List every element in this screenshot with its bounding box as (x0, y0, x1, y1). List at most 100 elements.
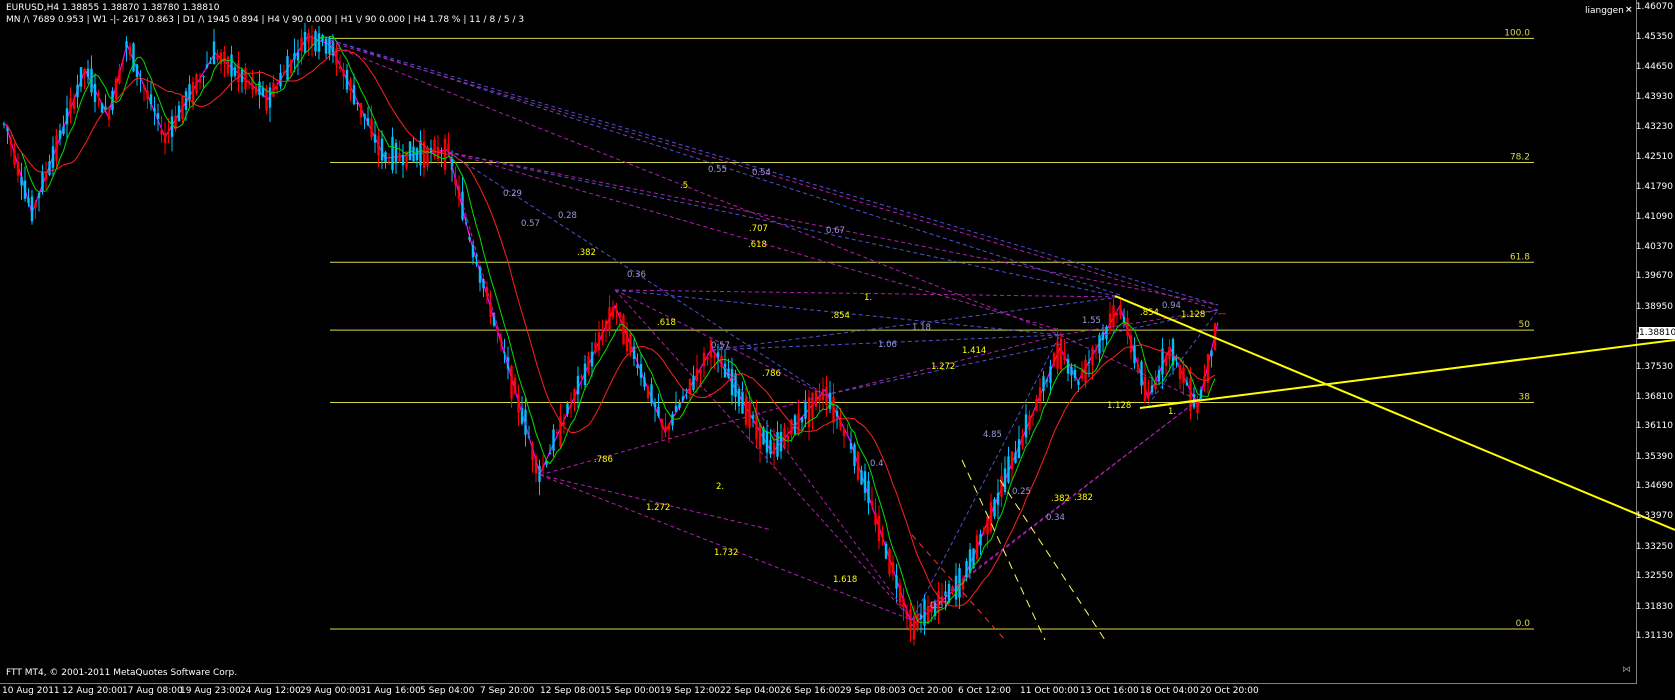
candle-body (1024, 414, 1028, 438)
close-icon[interactable]: × (1625, 5, 1633, 15)
candle-body (825, 387, 828, 406)
candle-body (468, 236, 471, 240)
candle-body (233, 67, 237, 77)
candle-body (657, 406, 660, 417)
candle-body (828, 392, 832, 410)
chart-window[interactable]: 100.0 78.2 61.8 50 38 0.0 0.55 0.54 .5 0.29 0.28 0.… (0, 0, 1675, 700)
candle-body (212, 41, 216, 65)
date-axis-label: 7 Sep 20:00 (480, 686, 535, 696)
candle-body (275, 86, 279, 90)
candle-body (1185, 382, 1189, 386)
candle-body (503, 352, 506, 354)
candle-body (366, 117, 370, 125)
candle-body (839, 421, 842, 428)
candle-body (394, 142, 398, 164)
fan-line (911, 534, 1006, 641)
current-price-badge: 1.38810 (1639, 327, 1675, 339)
candle-body (216, 54, 219, 60)
fib-level-label: 50 (1519, 320, 1531, 330)
candle-body (128, 46, 132, 56)
date-axis-label: 24 Aug 12:00 (240, 686, 301, 696)
indicator-info-label: MN /\ 7689 0.953 | W1 -|- 2617 0.863 | D… (6, 15, 525, 25)
candle-body (538, 465, 541, 482)
candle-body (9, 139, 13, 146)
candle-body (912, 616, 916, 640)
candle-body (699, 370, 702, 374)
candle-body (373, 134, 377, 143)
candle-body (650, 384, 653, 404)
candle-body (594, 342, 597, 353)
date-axis-label: 11 Oct 00:00 (1020, 686, 1079, 696)
fib-ratio-label: 0.54 (752, 168, 771, 178)
candle-body (737, 388, 741, 406)
candle-body (1031, 413, 1035, 416)
candle-body (191, 81, 195, 104)
candle-body (881, 532, 884, 539)
candle-body (786, 436, 790, 441)
candle-body (205, 64, 209, 68)
candle-body (1147, 392, 1150, 398)
candle-body (58, 130, 62, 139)
candle-body (93, 83, 97, 103)
candle-body (573, 389, 576, 401)
candle-body (1066, 359, 1070, 374)
candle-body (69, 98, 72, 114)
candle-body (688, 378, 692, 394)
candle-body (597, 332, 601, 351)
fib-ratio-label: .382 (1051, 494, 1070, 504)
candle-body (401, 154, 405, 166)
candle-body (1077, 381, 1080, 385)
candle-body (1049, 366, 1052, 383)
candle-body (555, 431, 559, 434)
candle-body (1056, 341, 1059, 369)
candle-body (475, 262, 478, 265)
price-chart[interactable]: 100.0 78.2 61.8 50 38 0.0 0.55 0.54 .5 0.29 0.28 0.… (0, 0, 1675, 700)
candle-body (254, 86, 258, 94)
candle-body (576, 375, 580, 395)
fib-ratio-label: .382 (1074, 493, 1093, 503)
candle-body (919, 614, 923, 620)
candle-body (562, 422, 566, 425)
candle-body (44, 172, 48, 180)
candle-body (895, 575, 898, 589)
candle-body (797, 413, 800, 434)
symbol-ohlc-label: EURUSD,H4 1.38855 1.38870 1.38780 1.3881… (6, 3, 220, 13)
candle-body (730, 369, 734, 396)
candle-body (1070, 367, 1073, 376)
fib-ratio-label: 0.57 (930, 601, 949, 611)
price-axis-label: 1.36110 (1635, 421, 1673, 432)
candle-body (629, 333, 632, 352)
candle-body (296, 51, 300, 61)
candle-body (30, 196, 34, 222)
candle-body (223, 51, 226, 64)
candle-body (181, 96, 184, 120)
chart-plot-area[interactable]: 100.0 78.2 61.8 50 38 0.0 0.55 0.54 .5 0.29 0.28 0.… (0, 0, 1675, 684)
scroll-end-icon[interactable]: ⋈ (1622, 665, 1631, 675)
candle-body (279, 72, 282, 87)
date-axis-label: 6 Oct 12:00 (958, 686, 1011, 696)
candle-body (132, 43, 135, 72)
candle-body (412, 146, 415, 162)
fib-ratio-label: 2. (716, 482, 724, 492)
candle-body (37, 192, 41, 198)
price-axis-label: 1.36810 (1635, 391, 1673, 402)
price-axis-label: 1.35390 (1635, 451, 1673, 462)
candle-body (1010, 451, 1014, 470)
candle-body (1045, 379, 1049, 381)
candle-body (286, 56, 289, 82)
candle-body (27, 198, 30, 204)
candle-body (604, 320, 608, 331)
date-axis-label: 22 Sep 04:00 (720, 686, 781, 696)
candle-body (391, 136, 394, 170)
candle-body (447, 143, 450, 153)
candle-body (13, 149, 16, 165)
candle-body (1199, 389, 1203, 399)
date-axis-label: 18 Oct 04:00 (1140, 686, 1199, 696)
candle-body (51, 146, 55, 168)
candle-body (380, 138, 384, 161)
candle-body (723, 363, 727, 378)
candle-body (107, 112, 111, 120)
fib-ratio-label: 1.128 (1181, 310, 1205, 320)
fib-ratio-label: 1. (864, 293, 872, 303)
fib-ratio-label: 1.128 (1107, 401, 1131, 411)
